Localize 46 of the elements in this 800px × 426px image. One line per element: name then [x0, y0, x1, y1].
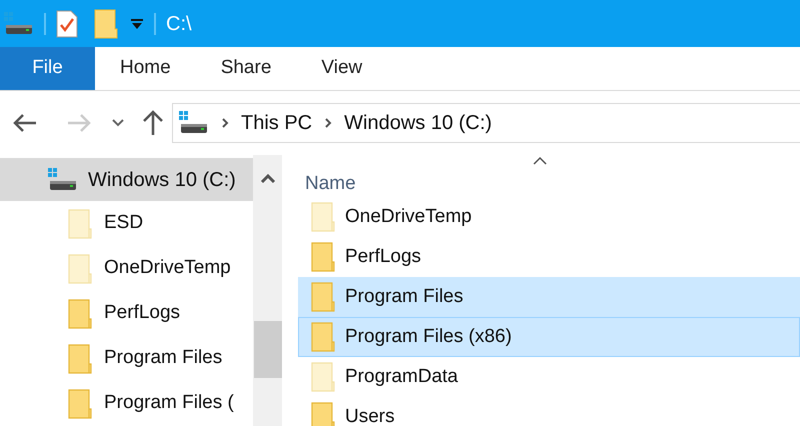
up-arrow-icon[interactable]: [142, 110, 164, 136]
sidebar-item[interactable]: ESD: [0, 201, 253, 246]
sidebar-item[interactable]: Program Files (: [0, 381, 253, 426]
chevron-right-icon[interactable]: [221, 117, 229, 129]
folder-icon: [311, 402, 335, 426]
breadcrumb[interactable]: This PC: [241, 108, 312, 138]
file-row[interactable]: Users: [298, 397, 800, 426]
chevron-right-icon[interactable]: [324, 117, 332, 129]
folder-icon: [68, 208, 92, 238]
folder-icon: [68, 344, 92, 374]
drive-icon: [179, 111, 209, 135]
file-row[interactable]: Program Files (x86): [298, 317, 800, 357]
file-row[interactable]: OneDriveTemp: [298, 197, 800, 237]
sidebar-item[interactable]: PerfLogs: [0, 291, 253, 336]
ribbon-tab[interactable]: Home: [95, 47, 196, 90]
chevron-down-icon[interactable]: [112, 119, 124, 127]
checklist-icon[interactable]: [56, 10, 78, 38]
folder-icon: [68, 298, 92, 328]
file-row[interactable]: Program Files: [298, 277, 800, 317]
folder-icon: [311, 362, 335, 392]
folder-icon: [311, 282, 335, 312]
scrollbar-thumb[interactable]: [254, 321, 282, 378]
file-tab[interactable]: File: [0, 47, 95, 90]
folder-icon: [311, 242, 335, 272]
folder-icon: [68, 388, 92, 418]
folder-icon: [68, 254, 92, 284]
drive-icon: [48, 168, 78, 192]
window-title: C:\: [166, 12, 192, 36]
sort-up-icon: [532, 155, 548, 165]
dropdown-icon[interactable]: [130, 18, 144, 30]
scroll-up-icon[interactable]: [260, 173, 276, 183]
drive-icon: [4, 12, 34, 36]
ribbon-tab[interactable]: Share: [196, 47, 296, 90]
sidebar-item[interactable]: OneDriveTemp: [0, 246, 253, 291]
sidebar-item[interactable]: Windows 10 (C:): [0, 158, 253, 201]
ribbon-tab[interactable]: View: [296, 47, 388, 90]
address-bar[interactable]: This PC Windows 10 (C:): [172, 103, 800, 143]
folder-icon: [311, 202, 335, 232]
file-row[interactable]: ProgramData: [298, 357, 800, 397]
folder-icon: [311, 322, 335, 352]
scrollbar[interactable]: [253, 155, 282, 426]
breadcrumb[interactable]: Windows 10 (C:): [344, 108, 492, 138]
file-row[interactable]: PerfLogs: [298, 237, 800, 277]
sidebar-item[interactable]: Program Files: [0, 336, 253, 381]
back-arrow-icon[interactable]: [12, 113, 38, 133]
column-header[interactable]: Name: [305, 170, 356, 198]
